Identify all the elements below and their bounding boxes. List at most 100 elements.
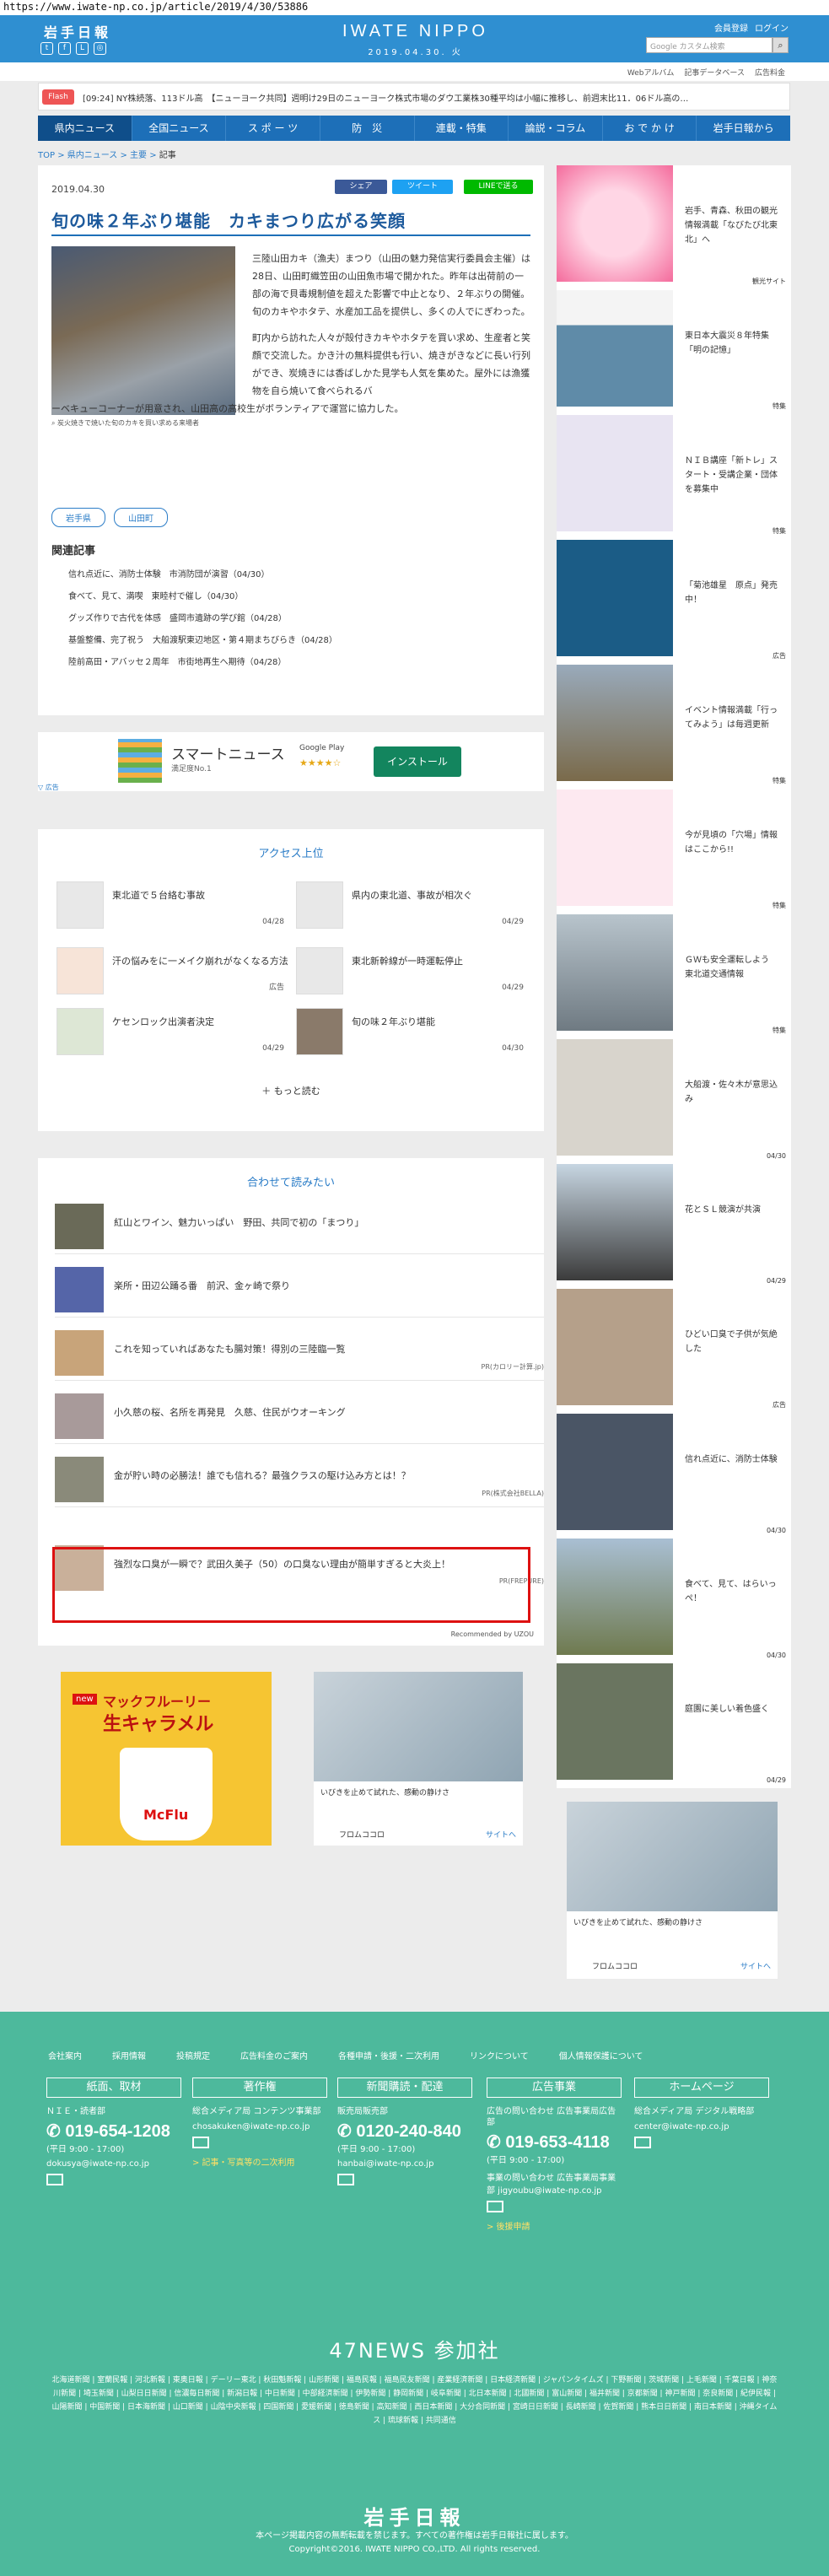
login-link[interactable]: ログイン xyxy=(755,21,789,34)
recommended-item[interactable]: これを知っていればあなたも腸対策！得別の三陸臨一覧 PR(カロリー計算.jp) xyxy=(55,1327,544,1381)
email-link[interactable]: chosakuken@iwate-np.co.jp xyxy=(192,2122,327,2131)
facebook-icon[interactable]: f xyxy=(58,42,71,55)
sidebar-item[interactable]: イベント情報満載「行ってみよう」は毎週更新 特集 xyxy=(557,665,791,790)
ranking-item[interactable]: 県内の東北道、事故が相次ぐ 04/29 xyxy=(296,881,524,932)
site-link[interactable]: サイトへ xyxy=(740,1960,771,1971)
email-link[interactable]: hanbai@iwate-np.co.jp xyxy=(337,2159,472,2169)
news-ticker[interactable]: Flash [09:24] NY株続落、113ドル高 【ニューヨーク共同】週明け… xyxy=(38,83,790,110)
partner-papers[interactable]: 北海道新聞 | 室蘭民報 | 河北新報 | 東奥日報 | デーリー東北 | 秋田… xyxy=(51,2374,778,2428)
recommended-item[interactable]: 金が貯い時の必勝法！誰でも信れる？最強クラスの駆け込み方とは！？ PR(株式会社… xyxy=(55,1453,544,1507)
sidebar-item[interactable]: ＧＷも安全運転しよう 東北道交通情報 特集 xyxy=(557,914,791,1039)
register-link[interactable]: 会員登録 xyxy=(714,21,748,34)
footer-link[interactable]: 採用情報 xyxy=(112,2049,146,2061)
search-icon[interactable]: ⌕ xyxy=(772,37,789,53)
sidebar-item[interactable]: 花とＳＬ競演が共演 04/29 xyxy=(557,1164,791,1289)
tag-iwate[interactable]: 岩手県 xyxy=(51,508,105,527)
ad-rates-link[interactable]: 広告料金 xyxy=(755,67,785,78)
mcflurry-ad[interactable]: new マックフルーリー 生キャラメル McFlu xyxy=(61,1672,272,1846)
sidebar-item[interactable]: 岩手、青森、秋田の観光情報満載「なびたび北東北」へ 観光サイト xyxy=(557,165,791,290)
related-link[interactable]: 信れ点近に、消防士体験 市消防団が演習（04/30） xyxy=(68,564,337,586)
line-share-button[interactable]: LINEで送る xyxy=(464,180,533,194)
footer-link[interactable]: 各種申請・後援・二次利用 xyxy=(338,2049,439,2061)
search-input[interactable]: Google カスタム検索 xyxy=(646,37,772,53)
nav-national-news[interactable]: 全国ニュース xyxy=(132,116,227,141)
recommended-item[interactable]: 小久慈の桜、名所を再発見 久慈、住民がウオーキング xyxy=(55,1390,544,1444)
recommended-item[interactable]: 紅山とワイン、魅力いっぱい 野田、共同で初の「まつり」 xyxy=(55,1200,544,1254)
related-link[interactable]: グッズ作りで古代を体感 盛岡市遺跡の学び館（04/28） xyxy=(68,608,337,630)
phone-number[interactable]: ✆ 019-653-4118 xyxy=(487,2131,622,2153)
breadcrumb-top[interactable]: TOP xyxy=(38,151,55,160)
site-logo[interactable]: 岩手日報 xyxy=(44,21,111,41)
database-link[interactable]: 記事データベース xyxy=(684,67,745,78)
secondary-use-link[interactable]: > 記事・写真等の二次利用 xyxy=(192,2155,327,2168)
brand-name[interactable]: IWATE NIPPO xyxy=(325,22,506,41)
footer-link[interactable]: 広告料金のご案内 xyxy=(240,2049,308,2061)
nav-from-nippo[interactable]: 岩手日報から xyxy=(697,116,790,141)
more-link[interactable]: ＋ もっと読む xyxy=(38,1084,544,1097)
article-date: 2019.04.30 xyxy=(51,184,105,195)
ranking-item[interactable]: 旬の味２年ぶり堪能 04/30 xyxy=(296,1008,524,1059)
recommended-item[interactable]: 楽所・田辺公踊る番 前沢、金ヶ崎で祭り xyxy=(55,1264,544,1318)
instagram-icon[interactable]: ◎ xyxy=(94,42,106,55)
ranking-item[interactable]: 東北新幹線が一時運転停止 04/29 xyxy=(296,947,524,998)
ranking-item[interactable]: 東北道で５台絡む事故 04/28 xyxy=(57,881,284,932)
footer-link[interactable]: 個人情報保護について xyxy=(559,2049,643,2061)
breadcrumb-local[interactable]: 県内ニュース xyxy=(67,151,118,160)
sidebar-item[interactable]: 庭園に美しい着色盛く 04/29 xyxy=(557,1663,791,1788)
uzou-credit[interactable]: Recommended by UZOU xyxy=(451,1630,534,1638)
sidebar-item[interactable]: ひどい口臭で子供が気絶した 広告 xyxy=(557,1289,791,1414)
ranking-item[interactable]: ケセンロック出演者決定 04/29 xyxy=(57,1008,284,1059)
facebook-share-button[interactable]: シェア xyxy=(335,180,387,194)
footer-link[interactable]: 会社案内 xyxy=(48,2049,82,2061)
sidebar-item[interactable]: 「菊池雄星 原点」発売中！ 広告 xyxy=(557,540,791,665)
recommended-thumbnail xyxy=(55,1204,104,1249)
mail-icon[interactable] xyxy=(46,2174,63,2185)
cup-image xyxy=(120,1748,213,1840)
nav-outings[interactable]: お で か け xyxy=(603,116,697,141)
mail-icon[interactable] xyxy=(487,2201,503,2212)
sidebar-ad[interactable]: いびきを止めて試れた、感動の静けさ フロムココロ サイトへ xyxy=(567,1802,778,1979)
footer-link[interactable]: リンクについて xyxy=(470,2049,529,2061)
footer-contact-homepage: ホームページ 総合メディア局 デジタル戦略部 center@iwate-np.c… xyxy=(634,2078,769,2148)
tweet-button[interactable]: ツイート xyxy=(392,180,453,194)
mail-icon[interactable] xyxy=(192,2137,209,2148)
site-link[interactable]: サイトへ xyxy=(486,1829,516,1840)
nav-local-news[interactable]: 県内ニュース xyxy=(38,116,132,141)
related-link[interactable]: 食べて、見て、満喫 東睦村で催し（04/30） xyxy=(68,586,337,608)
nav-opinion[interactable]: 論説・コラム xyxy=(509,116,603,141)
ticker-text[interactable]: [09:24] NY株続落、113ドル高 【ニューヨーク共同】週明け29日のニュ… xyxy=(83,91,783,104)
line-icon[interactable]: L xyxy=(76,42,89,55)
email-link[interactable]: center@iwate-np.co.jp xyxy=(634,2122,769,2131)
related-link[interactable]: 基盤整備、完了祝う 大船渡駅東辺地区・第４期まちびらき（04/28） xyxy=(68,630,337,652)
install-button[interactable]: インストール xyxy=(374,746,461,777)
footer-logo[interactable]: 岩手日報 xyxy=(0,2501,829,2530)
copyright-notice: 本ページ掲載内容の無断転載を禁じます。すべての著作権は岩手日報社に属します。 xyxy=(256,2531,573,2541)
ranking-item[interactable]: 汗の悩みをに一メイク崩れがなくなる方法 広告 xyxy=(57,947,288,998)
sidebar-item[interactable]: 今が見頃の「穴場」情報はここから!! 特集 xyxy=(557,790,791,914)
phone-number[interactable]: ✆ 019-654-1208 xyxy=(46,2121,181,2142)
related-link[interactable]: 陸前高田・アバッセ２周年 市街地再生へ期待（04/28） xyxy=(68,652,337,674)
mail-icon[interactable] xyxy=(634,2137,651,2148)
sidebar-item[interactable]: 食べて、見て、はらいっぺ！ 04/30 xyxy=(557,1539,791,1663)
twitter-icon[interactable]: t xyxy=(40,42,53,55)
nav-sports[interactable]: ス ポ ー ツ xyxy=(226,116,320,141)
article-tags: 岩手県 山田町 xyxy=(51,508,168,527)
phone-number[interactable]: ✆ 0120-240-840 xyxy=(337,2121,472,2142)
nav-disaster[interactable]: 防 災 xyxy=(320,116,415,141)
tag-yamada[interactable]: 山田町 xyxy=(114,508,168,527)
breadcrumb-main[interactable]: 主要 xyxy=(130,151,147,160)
web-album-link[interactable]: Webアルバム xyxy=(627,67,675,78)
related-list: 信れ点近に、消防士体験 市消防団が演習（04/30） 食べて、見て、満喫 東睦村… xyxy=(68,564,337,674)
nav-features[interactable]: 連載・特集 xyxy=(415,116,509,141)
sidebar-item[interactable]: 東日本大震災８年特集「明の記憶」 特集 xyxy=(557,290,791,415)
sidebar-item[interactable]: ＮＩＢ講座「新トレ」スタート・受講企業・団体を募集中 特集 xyxy=(557,415,791,540)
sidebar-item[interactable]: 大船渡・佐々木が意思込み 04/30 xyxy=(557,1039,791,1164)
email-link[interactable]: 事業の問い合わせ 広告事業局事業部 jigyoubu@iwate-np.co.j… xyxy=(487,2170,622,2196)
mail-icon[interactable] xyxy=(337,2174,354,2185)
app-install-ad[interactable]: スマートニュース 満足度No.1 Google Play ★★★★☆ インストー… xyxy=(38,732,544,791)
sidebar-item[interactable]: 信れ点近に、消防士体験 04/30 xyxy=(557,1414,791,1539)
snoring-ad[interactable]: いびきを止めて試れた、感動の静けさ フロムココロ サイトへ xyxy=(314,1672,523,1846)
sponsorship-link[interactable]: > 後援申請 xyxy=(487,2219,622,2232)
footer-link[interactable]: 投稿規定 xyxy=(176,2049,210,2061)
email-link[interactable]: dokusya@iwate-np.co.jp xyxy=(46,2159,181,2169)
